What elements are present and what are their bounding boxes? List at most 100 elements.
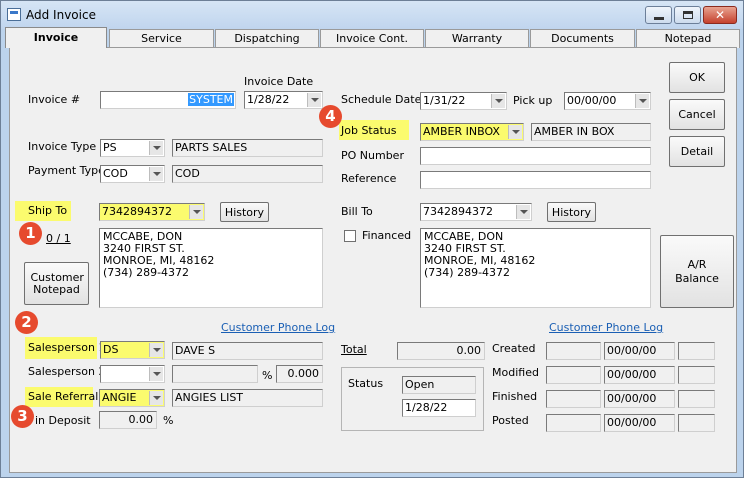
invoice-type-combo[interactable]: PS: [100, 139, 165, 157]
bill-customer-phone-log-link[interactable]: Customer Phone Log: [549, 321, 663, 334]
title-bar: Add Invoice ✕: [1, 1, 743, 29]
ar-balance-button[interactable]: A/R Balance: [660, 235, 734, 308]
schedule-date-dropdown-icon[interactable]: [491, 94, 505, 108]
bill-to-combo[interactable]: 7342894372: [420, 203, 532, 221]
created-date: 00/00/00: [604, 342, 675, 360]
tab-service[interactable]: Service: [109, 29, 214, 48]
financed-checkbox[interactable]: [344, 230, 356, 242]
ship-to-value: 7342894372: [102, 205, 172, 218]
salesperson1-name: DAVE S: [172, 342, 323, 360]
pickup-dropdown-icon[interactable]: [635, 94, 649, 108]
payment-type-combo[interactable]: COD: [100, 165, 165, 183]
invoice-number-label: Invoice #: [28, 93, 81, 106]
invoice-type-dropdown-icon[interactable]: [149, 141, 163, 155]
posted-time: [678, 414, 715, 432]
ok-button[interactable]: OK: [669, 62, 725, 93]
ship-to-history-button[interactable]: History: [220, 202, 269, 222]
sale-referral-description: ANGIES LIST: [172, 389, 323, 407]
customer-notepad-button[interactable]: Customer Notepad: [24, 262, 89, 305]
created-by-field: [546, 342, 601, 360]
bill-to-dropdown-icon[interactable]: [516, 205, 530, 219]
ship-address-line: (734) 289-4372: [103, 266, 190, 279]
salesperson2-name: [172, 365, 258, 383]
app-icon: [7, 8, 21, 21]
in-deposit-label: in Deposit: [35, 414, 91, 427]
tab-dispatching[interactable]: Dispatching: [215, 29, 319, 48]
tab-invoice-cont[interactable]: Invoice Cont.: [320, 29, 424, 48]
job-status-combo[interactable]: AMBER INBOX: [420, 123, 524, 141]
salesperson2-combo[interactable]: [100, 365, 165, 383]
pickup-date-field[interactable]: 00/00/00: [564, 92, 651, 110]
tab-documents[interactable]: Documents: [530, 29, 635, 48]
bill-to-address[interactable]: MCCABE, DON 3240 FIRST ST. MONROE, MI, 4…: [420, 228, 651, 308]
status-value: Open: [402, 376, 476, 394]
tab-notepad[interactable]: Notepad: [636, 29, 740, 48]
minimize-button[interactable]: [645, 6, 672, 24]
tab-warranty[interactable]: Warranty: [425, 29, 529, 48]
payment-type-label: Payment Type: [28, 164, 105, 177]
maximize-icon: [682, 11, 693, 19]
minimize-icon: [653, 16, 664, 20]
payment-type-description: COD: [172, 165, 323, 183]
bill-to-value: 7342894372: [423, 205, 493, 218]
ship-to-label: Ship To: [28, 204, 68, 217]
bill-to-history-button[interactable]: History: [547, 202, 596, 222]
customer-phone-log-link[interactable]: Customer Phone Log: [221, 321, 335, 334]
ship-to-dropdown-icon[interactable]: [189, 205, 203, 219]
detail-button[interactable]: Detail: [669, 136, 725, 167]
salesperson2-percent[interactable]: 0.000: [276, 365, 323, 383]
ship-to-count[interactable]: 0 / 1: [46, 232, 71, 245]
add-invoice-window: Add Invoice ✕ Invoice Service Dispatchin…: [0, 0, 744, 478]
job-status-code: AMBER INBOX: [423, 125, 500, 138]
status-label: Status: [348, 377, 384, 390]
job-status-dropdown-icon[interactable]: [508, 125, 522, 139]
invoice-type-code: PS: [103, 141, 117, 154]
reference-label: Reference: [341, 172, 397, 185]
invoice-number-field[interactable]: SYSTEM: [100, 91, 236, 109]
invoice-date-dropdown-icon[interactable]: [307, 93, 321, 107]
in-deposit-field: 0.00: [99, 411, 157, 429]
cancel-button[interactable]: Cancel: [669, 99, 725, 130]
window-title: Add Invoice: [26, 8, 96, 22]
ship-to-combo[interactable]: 7342894372: [99, 203, 205, 221]
salesperson1-combo[interactable]: DS: [100, 341, 165, 359]
pickup-date-value: 00/00/00: [567, 94, 617, 107]
payment-type-dropdown-icon[interactable]: [149, 167, 163, 181]
reference-input[interactable]: [420, 171, 651, 189]
job-status-label: Job Status: [341, 124, 397, 137]
close-button[interactable]: ✕: [703, 6, 737, 24]
invoice-date-field[interactable]: 1/28/22: [244, 91, 323, 109]
salesperson1-dropdown-icon[interactable]: [149, 343, 163, 357]
financed-label: Financed: [362, 229, 412, 242]
sale-referral-combo[interactable]: ANGIE: [99, 389, 165, 407]
bill-to-label: Bill To: [341, 205, 373, 218]
maximize-button[interactable]: [674, 6, 701, 24]
percent-label: %: [262, 369, 273, 382]
schedule-date-field[interactable]: 1/31/22: [420, 92, 507, 110]
ship-to-address[interactable]: MCCABE, DON 3240 FIRST ST. MONROE, MI, 4…: [99, 228, 323, 308]
po-number-input[interactable]: [420, 147, 651, 165]
invoice-number-value: SYSTEM: [188, 93, 234, 106]
annotation-badge-1: 1: [19, 222, 42, 245]
modified-by-field: [546, 366, 601, 384]
schedule-date-label: Schedule Date: [341, 93, 422, 106]
sale-referral-dropdown-icon[interactable]: [149, 391, 163, 405]
finished-by-field: [546, 390, 601, 408]
invoice-date-label: Invoice Date: [244, 75, 314, 88]
in-deposit-percent-label: %: [163, 414, 174, 427]
pickup-label: Pick up: [513, 94, 553, 107]
salesperson1-code: DS: [103, 343, 119, 356]
salesperson1-label: Salesperson 1: [28, 341, 106, 354]
modified-time: [678, 366, 715, 384]
status-date[interactable]: 1/28/22: [402, 399, 476, 417]
created-time: [678, 342, 715, 360]
bill-address-line: (734) 289-4372: [424, 266, 511, 279]
total-label[interactable]: Total: [341, 343, 367, 356]
finished-date: 00/00/00: [604, 390, 675, 408]
salesperson2-dropdown-icon[interactable]: [149, 367, 163, 381]
posted-by-field: [546, 414, 601, 432]
job-status-description: AMBER IN BOX: [531, 123, 651, 141]
invoice-date-value: 1/28/22: [247, 93, 290, 106]
invoice-type-description: PARTS SALES: [172, 139, 323, 157]
tab-invoice[interactable]: Invoice: [5, 27, 107, 48]
